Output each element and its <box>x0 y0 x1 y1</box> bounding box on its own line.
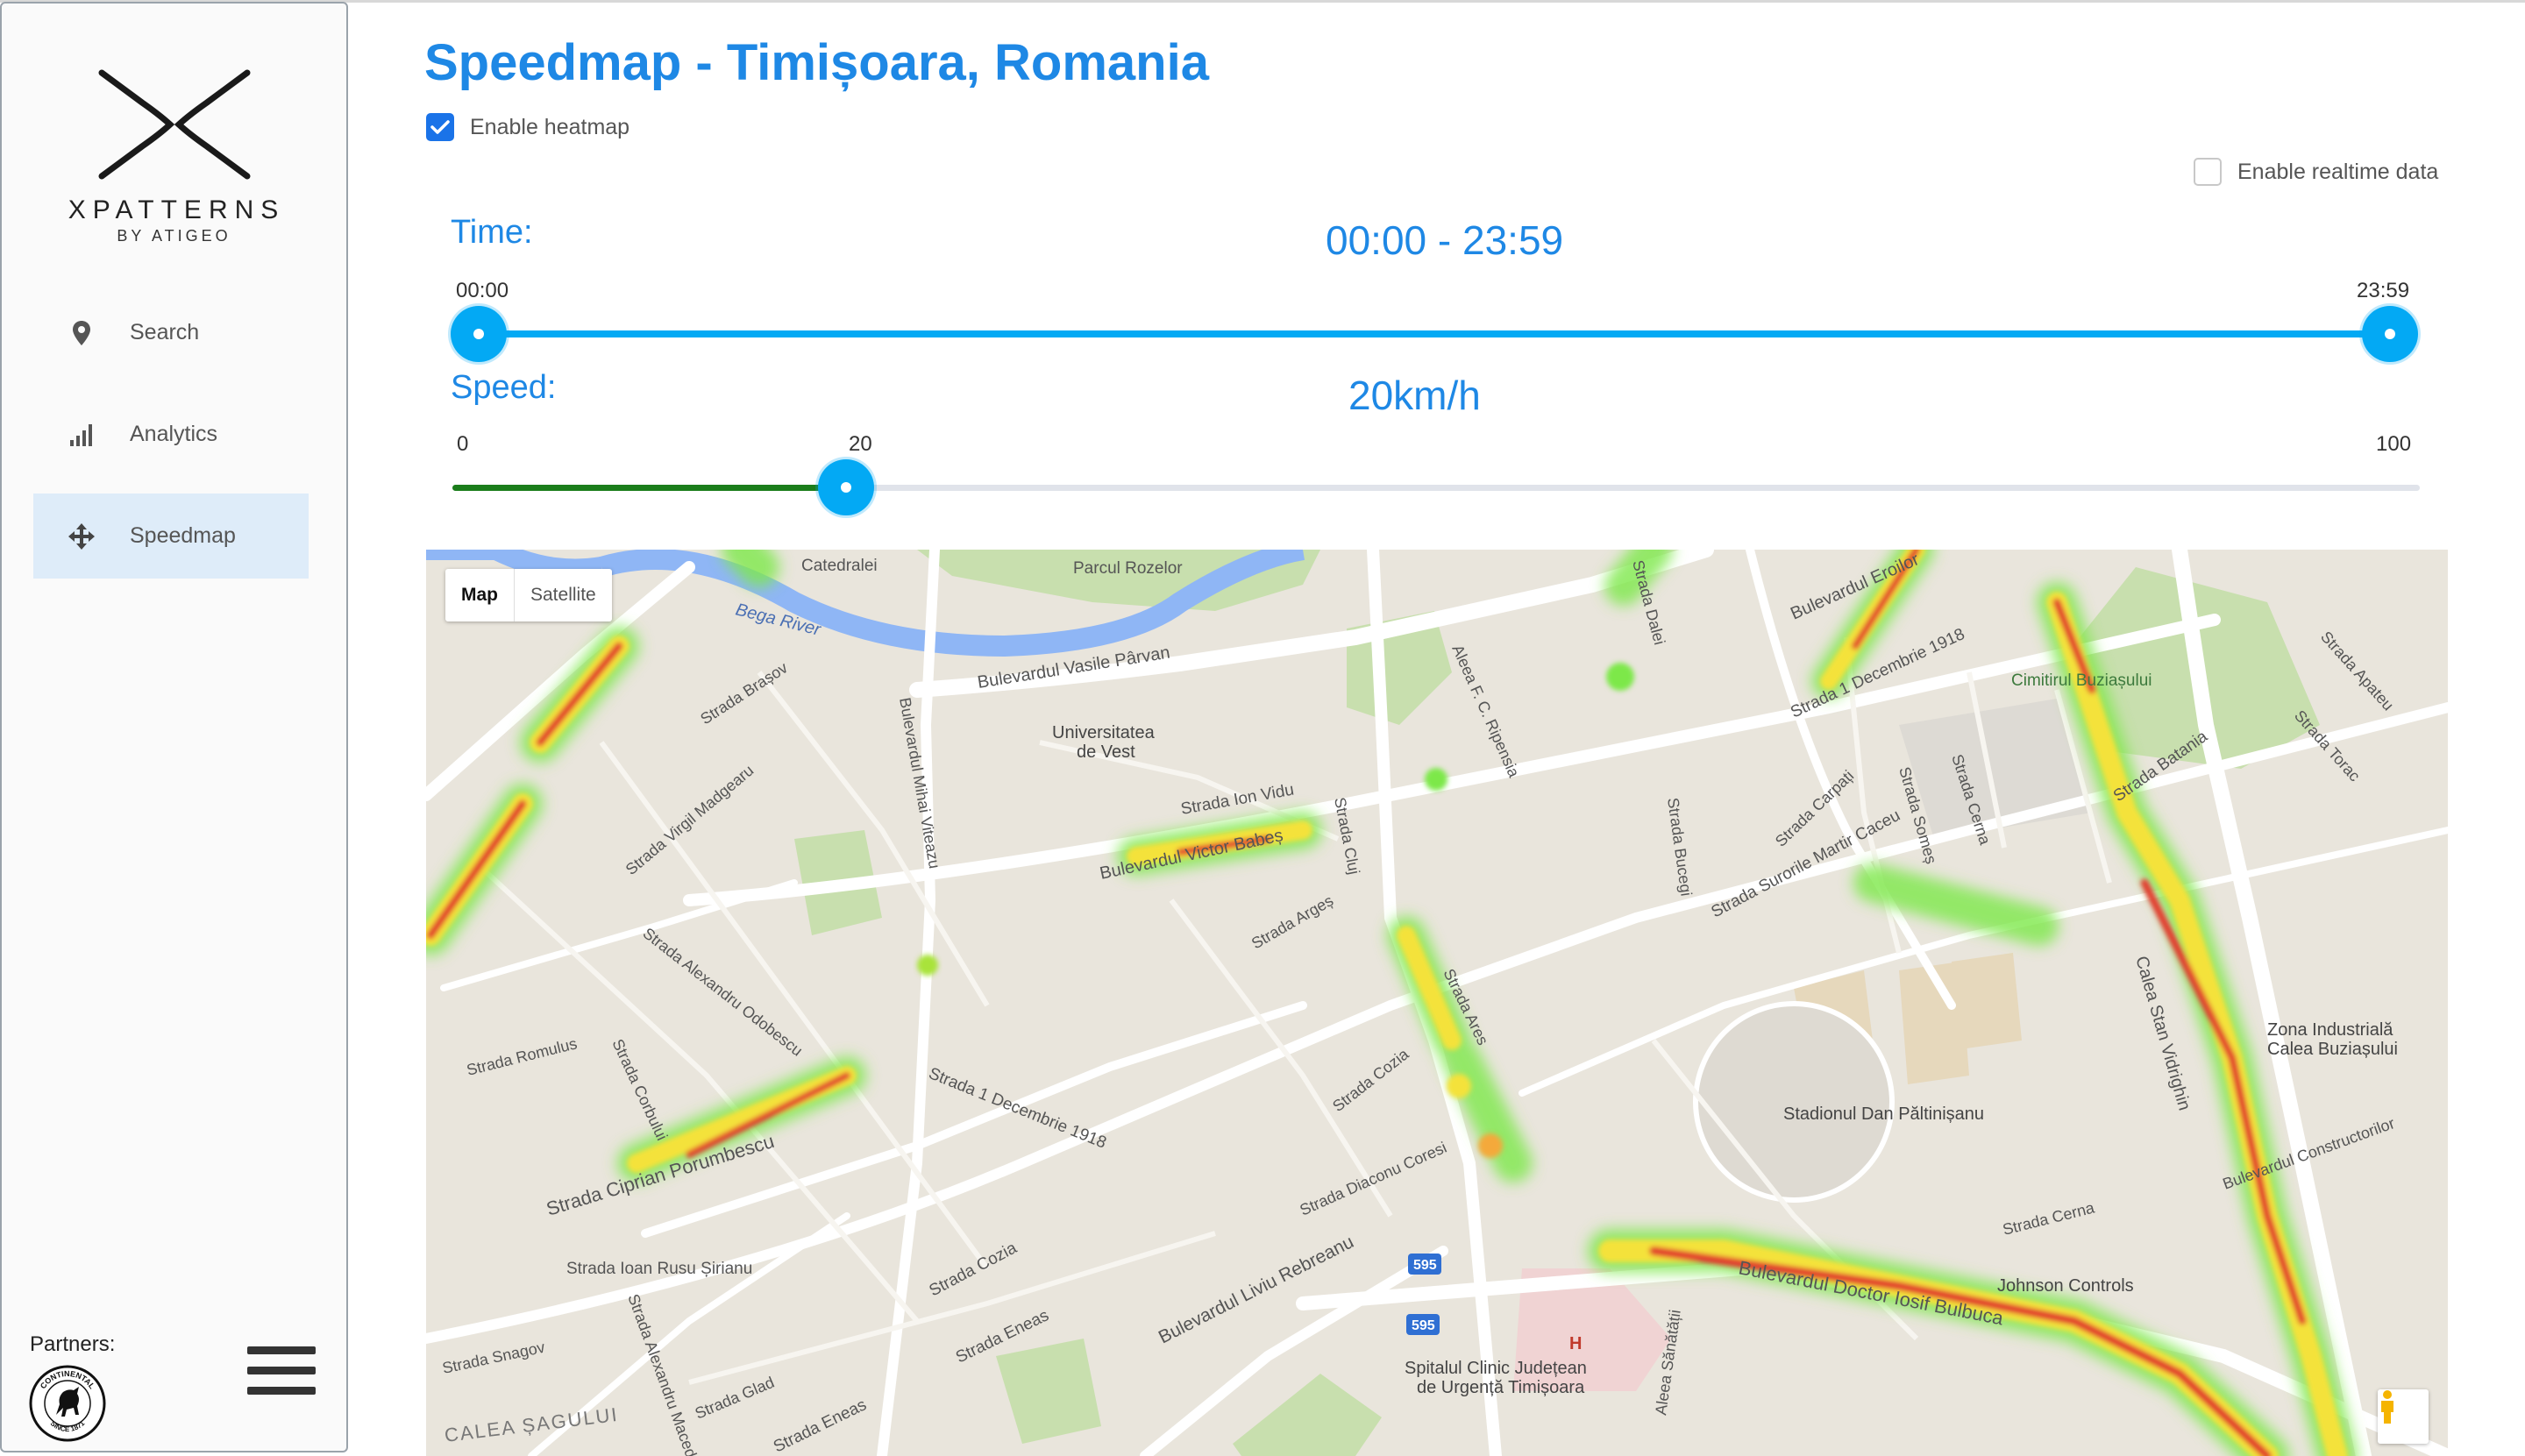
time-slider-end-handle[interactable] <box>2362 306 2418 362</box>
label-cozia: Strada Cozia <box>1329 1045 1412 1115</box>
brand-tagline: BY ATIGEO <box>117 227 231 245</box>
speed-slider-handle[interactable] <box>817 459 874 515</box>
label-cerna-south: Strada Cerna <box>2001 1198 2097 1239</box>
pegman-icon[interactable] <box>2378 1389 2429 1444</box>
label-romulus: Strada Romulus <box>465 1034 579 1079</box>
enable-heatmap-label: Enable heatmap <box>470 114 630 139</box>
continental-logo[interactable]: CONTINENTAL SINCE 1871 <box>28 1364 107 1443</box>
sidebar-item-label: Speedmap <box>130 523 236 548</box>
label-universitatea: Universitatea <box>1052 723 1156 742</box>
label-calea-buziasului: Calea Buziașului <box>2267 1040 2398 1059</box>
map-type-map-button[interactable]: Map <box>445 569 515 621</box>
label-de-vest: de Vest <box>1077 742 1135 762</box>
label-eneas-south: Strada Eneas <box>771 1396 870 1456</box>
label-apateu: Strada Apateu <box>2317 628 2397 714</box>
partners-label: Partners: <box>30 1332 116 1356</box>
sidebar-item-search[interactable]: Search <box>33 290 309 375</box>
speed-min-label: 0 <box>457 432 469 456</box>
time-slider-fill <box>479 330 2390 337</box>
time-slider-title: Time: <box>451 214 533 251</box>
sidebar: XPATTERNS BY ATIGEO Search Analytics Spe… <box>0 2 348 1452</box>
xpatterns-logo-icon <box>98 69 250 180</box>
label-johnson-controls: Johnson Controls <box>1997 1276 2134 1296</box>
time-min-label: 00:00 <box>456 279 509 302</box>
sidebar-item-analytics[interactable]: Analytics <box>33 392 309 477</box>
label-snagov: Strada Snagov <box>441 1339 547 1377</box>
page-title: Speedmap - Timișoara, Romania <box>424 34 1209 91</box>
label-catedralei: Catedralei <box>801 557 878 575</box>
checkbox-empty-icon[interactable] <box>2194 158 2222 186</box>
map-pin-icon <box>33 320 130 346</box>
label-spital-2: de Urgență Timișoara <box>1417 1378 1585 1397</box>
top-rule <box>0 0 2525 3</box>
signal-bars-icon <box>33 423 130 447</box>
label-stadion: Stadionul Dan Păltinișanu <box>1783 1104 1984 1124</box>
label-route-595: 595 <box>1413 1258 1437 1273</box>
stadium <box>1693 1001 1895 1203</box>
label-cimitirul-buziasului: Cimitirul Buziașului <box>2011 671 2152 690</box>
label-spital-1: Spitalul Clinic Județean <box>1405 1359 1587 1378</box>
map-canvas[interactable]: Bega River Catedralei Parcul Rozelor Bul… <box>426 550 2448 1456</box>
enable-realtime-toggle[interactable]: Enable realtime data <box>2194 158 2438 186</box>
label-mihai-viteazu: Bulevardul Mihai Viteazu <box>896 696 943 870</box>
enable-realtime-label: Enable realtime data <box>2237 159 2439 184</box>
label-ripensia: Aleea F. C. Ripensia <box>1448 642 1523 780</box>
time-slider-value: 00:00 - 23:59 <box>1326 217 1564 263</box>
hamburger-icon[interactable] <box>247 1346 316 1407</box>
label-ioan-rusu-sirianu: Strada Ioan Rusu Șirianu <box>566 1260 752 1278</box>
speed-slider-value: 20km/h <box>1348 373 1481 418</box>
map-type-satellite-button[interactable]: Satellite <box>515 569 612 621</box>
check-icon[interactable] <box>426 113 454 141</box>
label-arges: Strada Argeș <box>1248 891 1336 952</box>
sidebar-item-label: Search <box>130 320 200 344</box>
time-slider-start-handle[interactable] <box>451 306 507 362</box>
speed-map[interactable]: Bega River Catedralei Parcul Rozelor Bul… <box>426 550 2448 1456</box>
sidebar-item-label: Analytics <box>130 422 218 446</box>
label-parcul-rozelor: Parcul Rozelor <box>1073 559 1183 578</box>
enable-heatmap-toggle[interactable]: Enable heatmap <box>426 113 629 141</box>
move-arrows-icon <box>33 522 130 550</box>
speed-slider-fill <box>452 485 846 491</box>
label-corbului: Strada Corbului <box>608 1036 671 1143</box>
label-dalei: Strada Dalei <box>1629 558 1668 647</box>
speed-current-label: 20 <box>849 432 872 456</box>
label-bucegi: Strada Bucegi <box>1664 797 1696 898</box>
label-liviu-rebreanu: Bulevardul Liviu Rebreanu <box>1156 1232 1357 1347</box>
brand-name: XPATTERNS <box>68 195 286 224</box>
brand-logo[interactable]: XPATTERNS BY ATIGEO <box>2 69 346 245</box>
time-max-label: 23:59 <box>2357 279 2410 302</box>
speed-max-label: 100 <box>2376 432 2412 456</box>
speed-slider-title: Speed: <box>451 369 557 406</box>
label-route-595-b: 595 <box>1412 1318 1435 1333</box>
label-zona-industriala: Zona Industrială <box>2267 1020 2393 1040</box>
label-calea-sagului: CALEA ȘAGULUI <box>444 1403 620 1446</box>
map-type-control: Map Satellite <box>445 569 612 621</box>
label-diaconu-coresi: Strada Diaconu Coresi <box>1297 1139 1449 1219</box>
svg-text:H: H <box>1569 1334 1582 1353</box>
sidebar-item-speedmap[interactable]: Speedmap <box>33 494 309 579</box>
